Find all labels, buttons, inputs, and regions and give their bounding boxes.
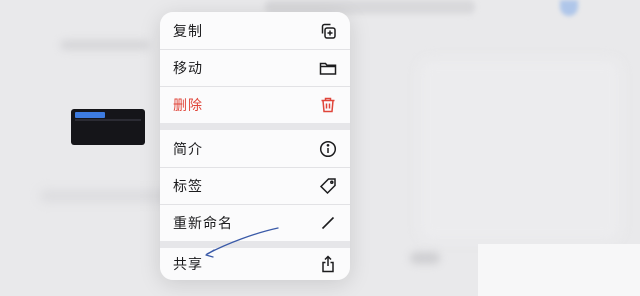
menu-item-copy[interactable]: 复制 [160, 12, 350, 49]
background-item [410, 252, 440, 264]
background-text [60, 40, 150, 50]
menu-group-divider [160, 123, 350, 130]
trash-icon [319, 96, 337, 114]
menu-item-label: 移动 [173, 61, 203, 77]
tag-icon [319, 177, 337, 195]
menu-item-tags[interactable]: 标签 [160, 167, 350, 204]
background-panel [420, 60, 620, 240]
menu-item-label: 删除 [173, 98, 203, 114]
menu-item-label: 重新命名 [173, 216, 233, 232]
folder-icon [319, 59, 337, 77]
menu-item-move[interactable]: 移动 [160, 49, 350, 86]
menu-group-divider [160, 241, 350, 248]
pencil-icon [319, 214, 337, 232]
menu-item-delete[interactable]: 删除 [160, 86, 350, 123]
background-corner [478, 244, 640, 296]
menu-item-rename[interactable]: 重新命名 [160, 204, 350, 241]
menu-item-label: 共享 [173, 257, 203, 273]
info-icon [319, 140, 337, 158]
thumbnail-line [75, 119, 141, 121]
selection-highlight [75, 112, 105, 118]
menu-item-label: 标签 [173, 179, 203, 195]
context-menu: 复制 移动 删除 简介 标签 重新命名 共享 [160, 12, 350, 280]
selected-file-thumbnail[interactable] [71, 109, 145, 145]
background-accent [560, 0, 578, 16]
menu-item-label: 复制 [173, 23, 203, 40]
menu-item-label: 简介 [173, 141, 203, 158]
menu-item-share[interactable]: 共享 [160, 248, 350, 280]
share-icon [319, 255, 337, 273]
menu-item-info[interactable]: 简介 [160, 130, 350, 167]
copy-icon [319, 22, 337, 40]
